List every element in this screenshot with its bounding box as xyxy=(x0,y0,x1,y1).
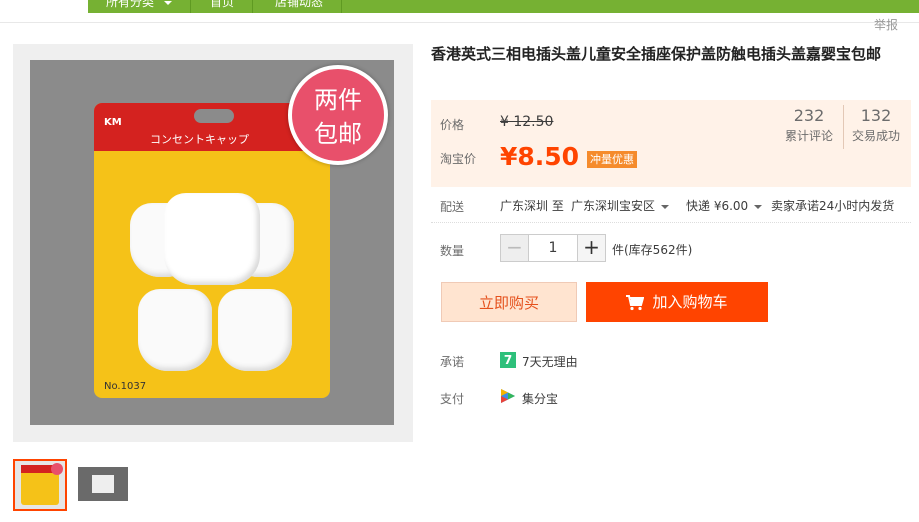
stat-value: 232 xyxy=(793,106,825,125)
current-price: ¥8.50 xyxy=(500,142,580,171)
increase-button[interactable]: + xyxy=(578,235,605,261)
free-shipping-badge: 两件 包邮 xyxy=(288,65,388,165)
plug-cap xyxy=(164,193,260,285)
stat-value: 132 xyxy=(860,106,892,125)
quantity-label: 数量 xyxy=(440,244,465,258)
quantity-input[interactable]: 1 xyxy=(528,235,578,261)
product-title: 香港英式三相电插头盖儿童安全插座保护盖防触电插头盖嘉婴宝包邮 xyxy=(431,45,882,63)
cart-icon xyxy=(626,294,645,310)
original-price: ¥ 12.50 xyxy=(500,114,554,130)
shipping-method-selector[interactable]: 快递 ¥6.00 xyxy=(686,197,763,214)
nav-item-label: 店铺动态 xyxy=(275,0,324,9)
ship-from: 广东深圳 至 xyxy=(500,199,564,213)
badge-line: 两件 xyxy=(314,86,362,114)
ship-promise: 卖家承诺24小时内发货 xyxy=(771,199,895,213)
nav-item-label: 所有分类 xyxy=(106,0,155,9)
stat-divider xyxy=(843,105,844,149)
plug-cap xyxy=(218,289,292,371)
nav-item-all-categories[interactable]: 所有分类 xyxy=(88,0,191,13)
shipping-label: 配送 xyxy=(440,200,465,214)
promise-label: 承诺 xyxy=(440,355,465,369)
seven-day-return-link[interactable]: 7天无理由 xyxy=(522,353,578,370)
nav-item-label: 首页 xyxy=(210,0,235,9)
thumbnail-badge xyxy=(51,463,63,475)
package-brand: KM xyxy=(104,117,122,128)
report-link[interactable]: 举报 xyxy=(874,16,898,33)
chevron-down-icon xyxy=(754,204,763,209)
transaction-count-stat[interactable]: 132 交易成功 xyxy=(848,106,904,144)
payment-label: 支付 xyxy=(440,392,465,406)
badge-line: 包邮 xyxy=(314,120,362,148)
stat-label: 交易成功 xyxy=(851,129,900,143)
thumbnail-1[interactable] xyxy=(13,459,67,511)
chevron-down-icon xyxy=(661,204,670,209)
add-to-cart-label: 加入购物车 xyxy=(652,293,728,311)
seven-day-return-icon: 7 xyxy=(500,352,516,368)
decrease-button[interactable]: − xyxy=(501,235,528,261)
stock-info: 件(库存562件) xyxy=(612,243,693,257)
review-count-stat[interactable]: 232 累计评论 xyxy=(782,106,836,144)
ship-to-selector[interactable]: 广东深圳宝安区 xyxy=(571,197,670,214)
nav-item-store-news[interactable]: 店铺动态 xyxy=(257,0,343,13)
top-divider xyxy=(0,22,919,23)
quantity-stepper: − 1 + xyxy=(500,234,606,262)
plug-cap xyxy=(138,289,212,371)
nav-item-home[interactable]: 首页 xyxy=(192,0,254,13)
thumbnail-2[interactable] xyxy=(78,467,128,501)
add-to-cart-button[interactable]: 加入购物车 xyxy=(586,282,768,322)
stat-label: 累计评论 xyxy=(784,129,833,143)
row-divider xyxy=(431,222,911,223)
buy-now-button[interactable]: 立即购买 xyxy=(441,282,577,322)
promo-tag: 冲量优惠 xyxy=(587,151,637,168)
jifenbao-icon xyxy=(501,389,515,403)
package-number: No.1037 xyxy=(104,381,147,392)
price-label: 价格 xyxy=(440,118,465,132)
chevron-down-icon xyxy=(163,0,172,5)
top-nav: 所有分类 首页 店铺动态 xyxy=(0,0,919,13)
package-title: コンセントキャップ xyxy=(150,133,249,146)
thumbnail-image xyxy=(92,475,114,493)
hang-hole xyxy=(194,109,234,123)
shipping-method-value: 快递 ¥6.00 xyxy=(686,199,749,213)
jifenbao-link[interactable]: 集分宝 xyxy=(522,390,558,407)
taobao-price-label: 淘宝价 xyxy=(440,152,477,166)
ship-to-value: 广东深圳宝安区 xyxy=(571,199,656,213)
